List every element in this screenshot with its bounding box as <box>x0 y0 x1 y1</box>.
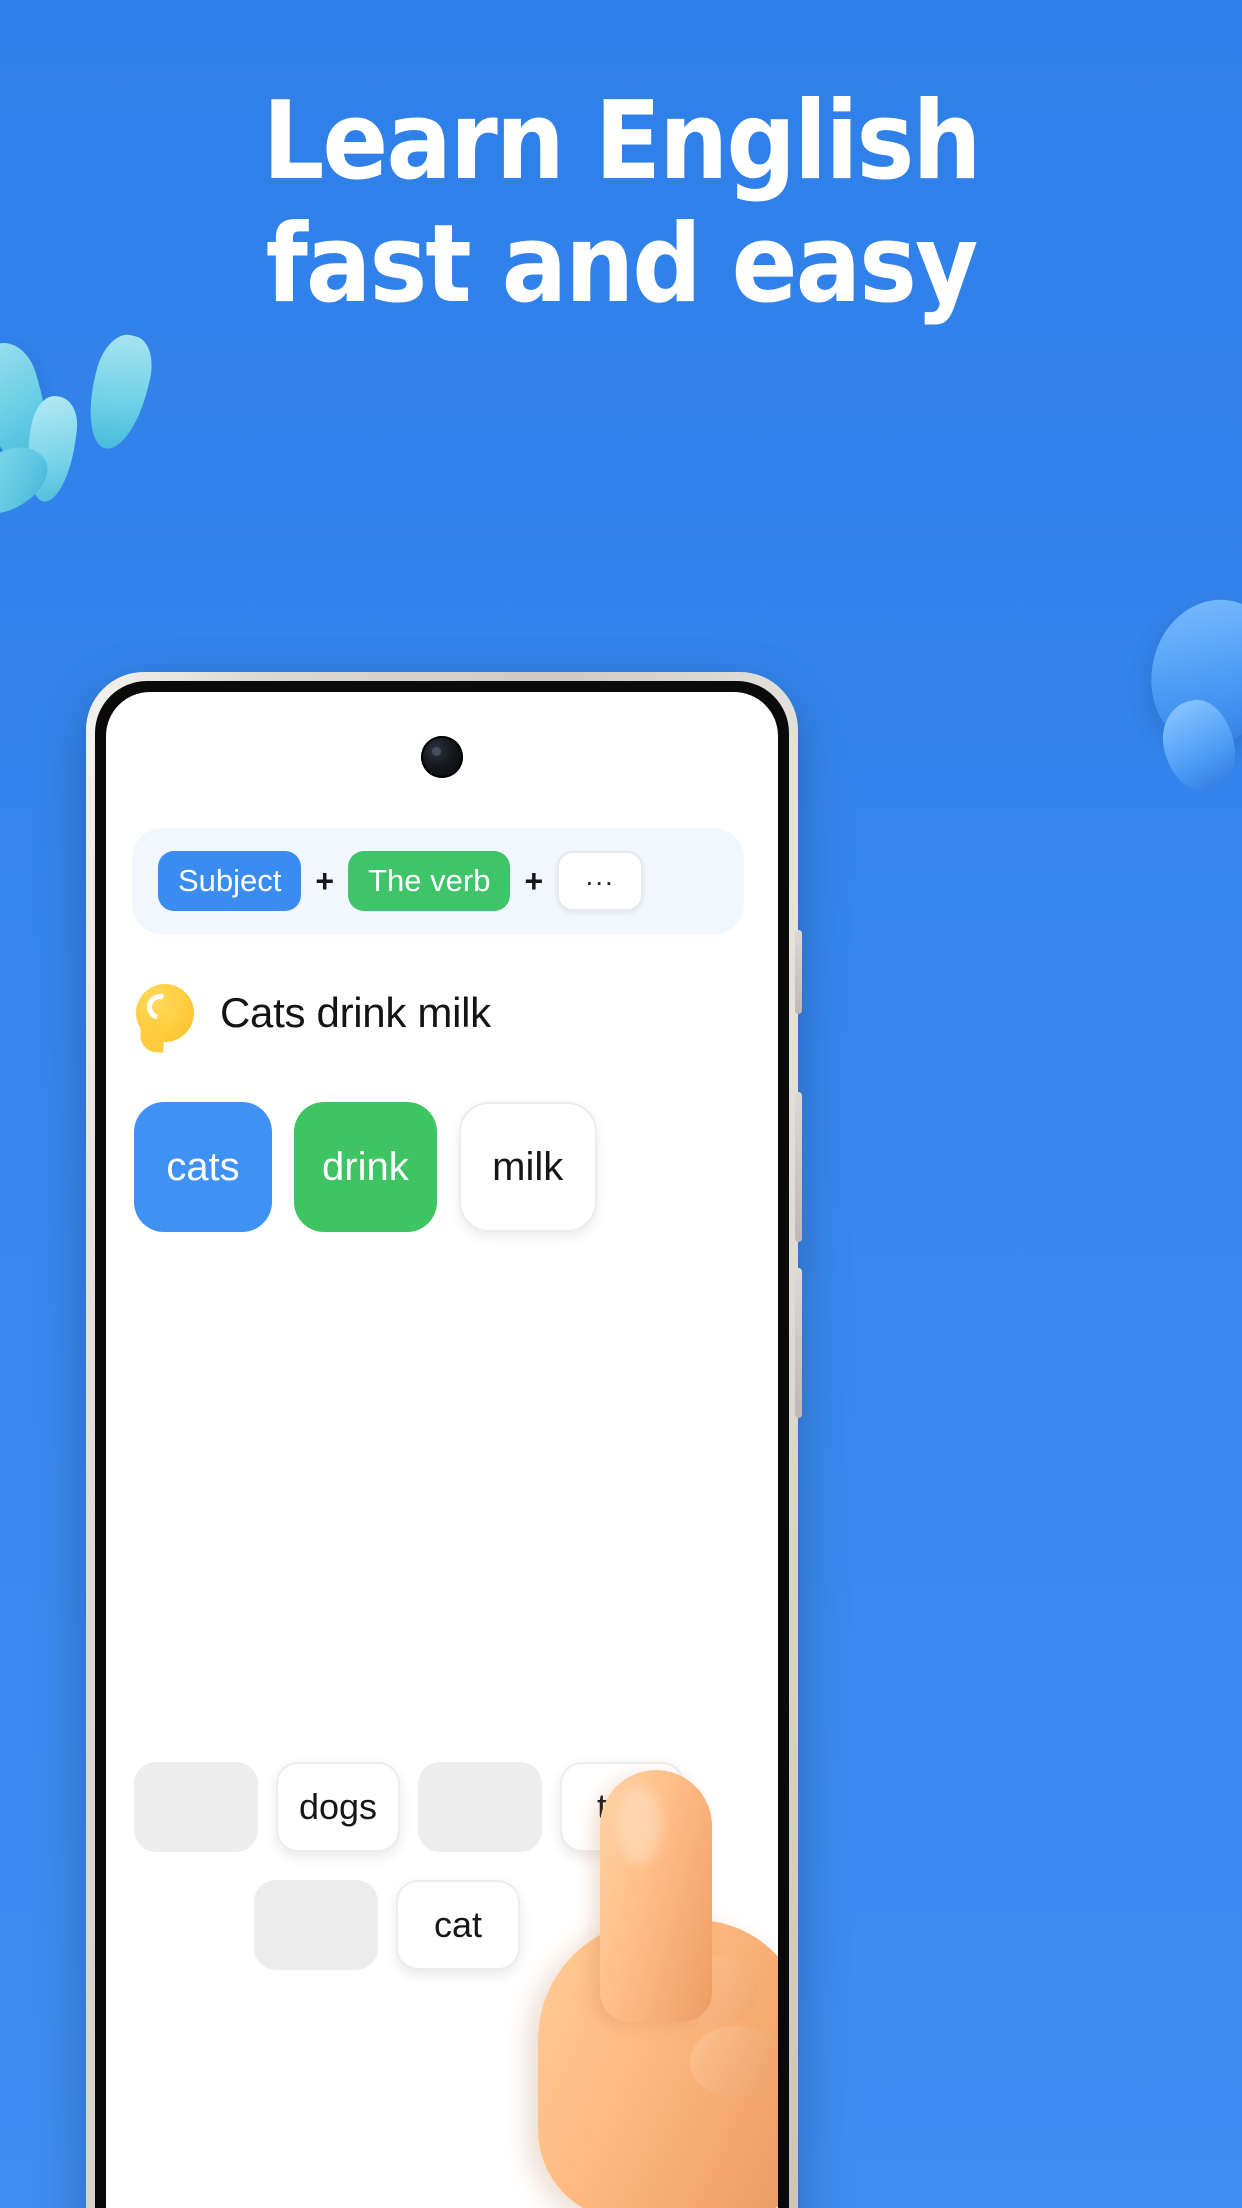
promo-screenshot: Learn English fast and easy Subject + Th… <box>0 0 1242 2208</box>
word-bank-card-tea[interactable]: tea <box>560 1762 684 1852</box>
word-bank: dogs tea cat <box>134 1762 746 1998</box>
hand-knuckle-2 <box>690 2026 778 2098</box>
answer-cards-row: cats drink milk <box>134 1102 597 1232</box>
promo-headline: Learn English fast and easy <box>0 79 1242 328</box>
phone-side-button-power[interactable] <box>795 1268 802 1418</box>
word-bank-row-2: cat <box>134 1880 746 1970</box>
confetti-shape-4 <box>0 433 59 527</box>
word-bank-slot-empty-3[interactable] <box>254 1880 378 1970</box>
word-bank-card-cat[interactable]: cat <box>396 1880 520 1970</box>
formula-plus-2: + <box>524 863 544 899</box>
formula-pill-blank[interactable]: ... <box>557 851 644 911</box>
word-bank-card-dogs[interactable]: dogs <box>276 1762 400 1852</box>
confetti-shape-3 <box>78 329 160 455</box>
confetti-shape-2 <box>20 393 82 505</box>
formula-pill-subject[interactable]: Subject <box>158 851 302 911</box>
confetti-shape-1 <box>0 335 61 477</box>
word-bank-slot-empty-1[interactable] <box>134 1762 258 1852</box>
sentence-formula-strip: Subject + The verb + ... <box>132 828 744 934</box>
phone-mockup: Subject + The verb + ... Cats drink milk… <box>86 672 802 2208</box>
phone-side-button-mute[interactable] <box>795 930 802 1014</box>
headline-line-2: fast and easy <box>265 202 979 328</box>
sentence-prompt-row: Cats drink milk <box>136 984 491 1042</box>
answer-card-cats[interactable]: cats <box>134 1102 272 1232</box>
headline-line-1: Learn English <box>262 79 981 204</box>
formula-plus-1: + <box>315 863 335 899</box>
speech-bubble-shine <box>142 989 178 1025</box>
word-bank-slot-empty-2[interactable] <box>418 1762 542 1852</box>
phone-side-button-volume[interactable] <box>795 1092 802 1242</box>
prompt-sentence: Cats drink milk <box>220 989 491 1036</box>
speech-bubble-icon <box>136 984 194 1042</box>
front-camera-icon <box>421 736 463 778</box>
confetti-shape-5 <box>1131 583 1242 763</box>
formula-pill-verb[interactable]: The verb <box>348 851 511 911</box>
word-bank-row-1: dogs tea <box>134 1762 746 1852</box>
confetti-shape-6 <box>1156 694 1242 798</box>
answer-card-drink[interactable]: drink <box>294 1102 437 1232</box>
answer-card-milk[interactable]: milk <box>458 1102 597 1232</box>
phone-screen: Subject + The verb + ... Cats drink milk… <box>106 692 778 2208</box>
